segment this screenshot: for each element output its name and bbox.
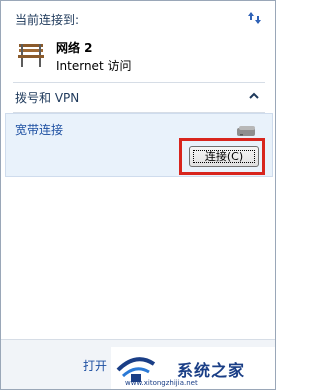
chevron-up-icon[interactable]: [249, 92, 259, 100]
open-network-center-link[interactable]: 打开: [83, 357, 107, 374]
network-access-status: Internet 访问: [56, 59, 132, 73]
network-flyout-panel: 当前连接到: 网络 2 Internet 访问 拨号和 VPN 宽带连接 连接(…: [0, 0, 276, 390]
modem-icon: [237, 126, 255, 136]
connection-name: 宽带连接: [15, 123, 64, 137]
bench-network-icon: [18, 44, 44, 67]
connected-to-title: 当前连接到:: [15, 13, 80, 27]
divider: [13, 82, 265, 83]
watermark-url: www.xitongzhijia.net: [125, 379, 198, 387]
network-name: 网络 2: [56, 41, 93, 55]
annotation-highlight-box: [179, 138, 265, 175]
refresh-icon[interactable]: [247, 10, 263, 26]
watermark-text: 系统之家: [177, 361, 246, 380]
dialup-vpn-section-label[interactable]: 拨号和 VPN: [15, 89, 79, 106]
